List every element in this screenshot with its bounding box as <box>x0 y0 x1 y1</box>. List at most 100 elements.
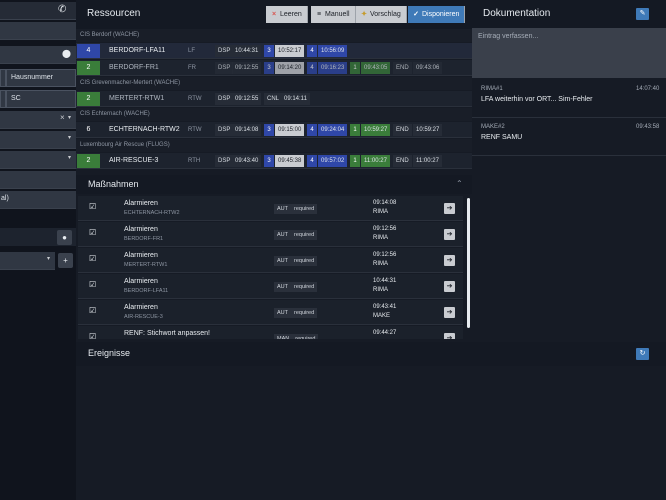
massnahme-mode: AUT <box>277 310 288 316</box>
location-pin-icon[interactable]: ⬤ <box>62 49 71 58</box>
resource-type: LF <box>188 48 196 54</box>
massnahme-row[interactable]: ☑ Alarmieren BERDORF-FR1 AUT required 09:12:5… <box>78 222 463 247</box>
massnahme-row[interactable]: ☑ Alarmieren AIR-RESCUE-3 AUT required 09:43:… <box>78 300 463 325</box>
resource-name: AIR-RESCUE-3 <box>109 157 159 164</box>
massnahme-row[interactable]: ☑ Alarmieren ECHTERNACH-RTW2 AUT required 09:… <box>78 196 463 221</box>
add-icon[interactable]: + <box>58 253 73 268</box>
arrow-right-icon[interactable]: ➔ <box>444 229 455 240</box>
left-row-9[interactable]: al) <box>0 191 76 209</box>
resource-row[interactable]: 6 ECHTERNACH-RTW2 RTW DSP 09:14:08 3 09:15:00 4… <box>76 122 472 138</box>
status-label: END <box>393 155 412 167</box>
status-time: 10:44:31 <box>232 45 262 57</box>
arrow-right-icon[interactable]: ➔ <box>444 333 455 339</box>
massnahmen-header[interactable]: Maßnahmen ⌃ <box>76 175 472 194</box>
ereignisse-header-right: ↻ <box>472 342 666 366</box>
checkbox-checked-icon[interactable]: ☑ <box>89 229 97 237</box>
location-pin-icon[interactable]: ● <box>57 230 72 245</box>
resource-type: FR <box>188 65 196 71</box>
status-time: 10:56:09 <box>318 45 348 57</box>
chevron-down-icon[interactable]: ▾ <box>47 255 50 262</box>
arrow-right-icon[interactable]: ➔ <box>444 255 455 266</box>
resource-name: BERDORF-LFA11 <box>109 47 166 54</box>
status-time: 10:59:27 <box>361 124 391 136</box>
suggest-button[interactable]: ✦ Vorschlag <box>356 6 407 23</box>
resource-group-label: CIS Berdorf (WACHE) <box>76 29 472 42</box>
massnahme-user: RIMA <box>373 235 388 241</box>
massnahme-title: Alarmieren <box>124 278 158 285</box>
clear-button[interactable]: × Leeren <box>266 6 308 23</box>
phone-icon[interactable]: ✆ <box>58 4 66 15</box>
status-num: 3 <box>264 62 274 74</box>
chevron-down-icon[interactable]: ▾ <box>68 114 71 121</box>
massnahme-user: RIMA <box>373 209 388 215</box>
resource-row[interactable]: 2 AIR-RESCUE-3 RTH DSP 09:43:40 3 09:45:38 4 09:… <box>76 153 472 169</box>
status-num: 4 <box>307 62 317 74</box>
scrollbar[interactable] <box>467 198 470 328</box>
status-label: END <box>393 62 412 74</box>
status-num: 1 <box>350 124 360 136</box>
documentation-entry[interactable]: MAKE#2 09:43:58 RENF SAMU <box>472 118 666 156</box>
left-row-8[interactable] <box>0 171 76 189</box>
status-time: 09:14:08 <box>232 124 262 136</box>
arrow-right-icon[interactable]: ➔ <box>444 307 455 318</box>
massnahme-user: MAKE <box>373 313 391 319</box>
resources-panel: Ressourcen × Leeren ≡ Manuell ✦ Vorschlag ✓ Dis… <box>76 0 472 500</box>
massnahme-row[interactable]: ☑ RENF: Stichwort anpassen! MAN required 09:… <box>78 326 463 339</box>
status-time: 11:00:27 <box>413 155 442 167</box>
house-number-field[interactable]: Hausnummer <box>6 69 76 87</box>
massnahme-time: 09:12:56 <box>373 226 397 232</box>
left-select-4[interactable]: ▾ <box>0 252 55 270</box>
left-select-1[interactable]: × ▾ <box>0 111 76 129</box>
clear-icon[interactable]: × <box>60 113 65 122</box>
massnahme-mode-badge: AUT required <box>274 204 318 214</box>
left-select-2[interactable]: ▾ <box>0 131 76 149</box>
arrow-right-icon[interactable]: ➔ <box>444 203 455 214</box>
checkbox-checked-icon[interactable]: ☑ <box>89 255 97 263</box>
country-field[interactable]: SC <box>6 90 76 108</box>
status-time: 09:16:23 <box>318 62 348 74</box>
checkbox-checked-icon[interactable]: ☑ <box>89 307 97 315</box>
refresh-icon[interactable]: ↻ <box>636 348 649 360</box>
status-num: 4 <box>307 45 317 57</box>
documentation-entry-placeholder: Eintrag verfassen... <box>478 33 539 40</box>
entry-time: 09:43:58 <box>636 124 660 130</box>
chevron-down-icon[interactable]: ▾ <box>68 134 71 141</box>
entry-text: LFA weiterhin vor ORT... Sim-Fehler <box>481 96 593 103</box>
chevron-up-icon[interactable]: ⌃ <box>456 179 463 188</box>
status-time: 10:52:17 <box>275 45 305 57</box>
documentation-title: Dokumentation <box>483 8 551 19</box>
massnahme-mode-badge: AUT required <box>274 308 318 318</box>
massnahme-resource: BERDORF-FR1 <box>124 236 164 242</box>
left-row-phone[interactable]: ✆ <box>0 2 76 20</box>
checkbox-checked-icon[interactable]: ☑ <box>89 281 97 289</box>
resource-row[interactable]: 2 BERDORF-FR1 FR DSP 09:12:55 3 09:14:20 4 09:16… <box>76 60 472 76</box>
resource-row[interactable]: 2 MERTERT-RTW1 RTW DSP 09:12:55 CNL 09:14:11 <box>76 91 472 107</box>
checkbox-checked-icon[interactable]: ☑ <box>89 203 97 211</box>
left-select-3[interactable]: ▾ <box>0 151 76 169</box>
manual-button[interactable]: ≡ Manuell <box>311 6 356 23</box>
left-row-3[interactable]: ⬤ <box>0 46 76 64</box>
massnahme-resource: AIR-RESCUE-3 <box>124 314 163 320</box>
status-num: 4 <box>307 124 317 136</box>
status-num: 1 <box>350 155 360 167</box>
pencil-icon[interactable]: ✎ <box>636 8 649 20</box>
checkbox-checked-icon[interactable]: ☑ <box>89 333 97 340</box>
massnahmen-title: Maßnahmen <box>88 179 139 189</box>
dispatch-button[interactable]: ✓ Disponieren <box>408 6 466 23</box>
documentation-entry-input[interactable]: Eintrag verfassen... <box>472 28 666 78</box>
massnahme-status: required <box>294 310 315 316</box>
resource-row[interactable]: 4 BERDORF-LFA11 LF DSP 10:44:31 3 10:52:17 4 10:… <box>76 43 472 59</box>
left-row-2[interactable] <box>0 22 76 40</box>
documentation-entry[interactable]: RIMA#1 14:07:40 LFA weiterhin vor ORT... S… <box>472 80 666 118</box>
massnahme-mode: MAN <box>277 336 290 339</box>
massnahme-mode-badge: MAN required <box>274 334 319 339</box>
manual-button-label: Manuell <box>325 11 350 18</box>
massnahme-row[interactable]: ☑ Alarmieren MERTERT-RTW1 AUT required 09:12:… <box>78 248 463 273</box>
status-label: DSP <box>215 155 234 167</box>
chevron-down-icon[interactable]: ▾ <box>68 154 71 161</box>
arrow-right-icon[interactable]: ➔ <box>444 281 455 292</box>
massnahme-row[interactable]: ☑ Alarmieren BERDORF-LFA11 AUT required 10:44… <box>78 274 463 299</box>
ereignisse-header[interactable]: Ereignisse <box>76 342 472 366</box>
resource-group-label: CIS Echternach (WACHE) <box>76 108 472 121</box>
massnahme-user: RIMA <box>373 261 388 267</box>
